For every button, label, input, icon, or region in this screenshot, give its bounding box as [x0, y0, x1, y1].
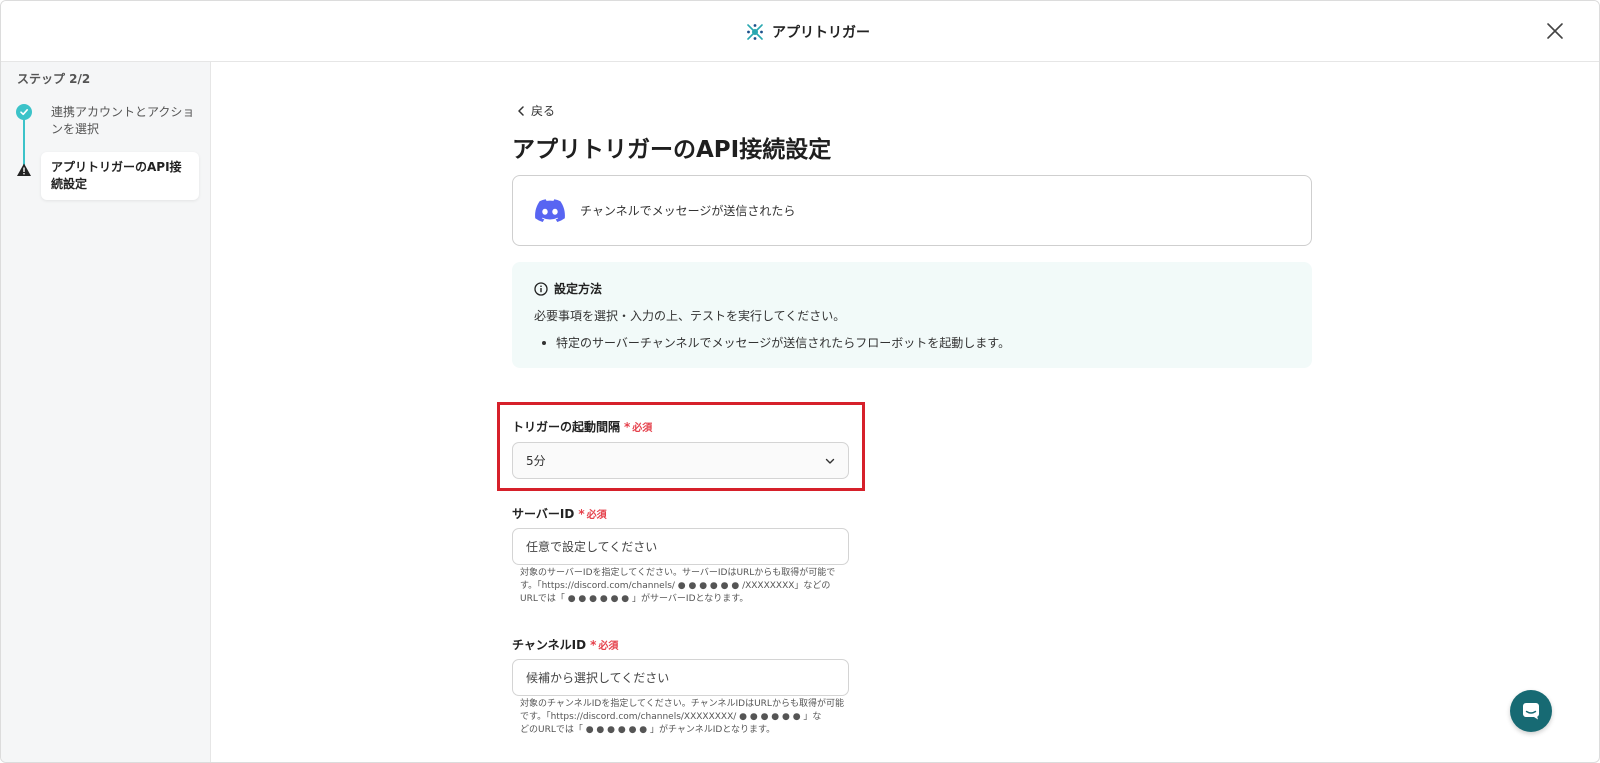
header-title-text: アプリトリガー: [772, 25, 870, 41]
help-line: 対象のチャンネルIDを指定してください。チャンネルIDはURLからも取得が可能: [520, 699, 844, 709]
help-line: どのURLでは「 ● ● ● ● ● ● 」がチャンネルIDとなります。: [520, 725, 776, 735]
server-id-label: サーバーID * 必須: [512, 505, 607, 522]
modal-window: アプリトリガー ステップ 2/2 連携アカウントとアクションを選択 アプリトリガ…: [0, 0, 1600, 763]
modal-header: アプリトリガー: [1, 1, 1599, 62]
server-id-input[interactable]: [512, 528, 849, 565]
info-icon: [534, 281, 548, 296]
close-icon: [1547, 23, 1563, 39]
discord-icon: [535, 198, 565, 222]
chevron-left-icon: [518, 105, 524, 116]
info-bullet-item: 特定のサーバーチャンネルでメッセージが送信されたらフローボットを起動します。: [534, 334, 1290, 351]
trigger-card: チャンネルでメッセージが送信されたら: [512, 175, 1312, 246]
info-heading: 設定方法: [534, 280, 1290, 297]
step-complete-icon: [16, 104, 32, 120]
channel-id-label: チャンネルID * 必須: [512, 636, 618, 653]
interval-select[interactable]: 5分: [512, 442, 849, 479]
sidebar-step-1[interactable]: 連携アカウントとアクションを選択: [51, 104, 201, 138]
help-line: です。「https://discord.com/channels/XXXXXXX…: [520, 712, 822, 722]
header-title: アプリトリガー: [745, 19, 870, 45]
required-badge: * 必須: [624, 420, 653, 434]
chevron-down-icon: [825, 458, 835, 464]
interval-value: 5分: [526, 454, 546, 468]
close-button[interactable]: [1541, 17, 1569, 45]
warning-icon: [17, 163, 31, 176]
help-line: 対象のサーバーIDを指定してください。サーバーIDはURLからも取得が可能で: [520, 568, 836, 578]
info-description: 必要事項を選択・入力の上、テストを実行してください。: [534, 309, 846, 323]
page-title: アプリトリガーのAPI接続設定: [512, 137, 832, 163]
back-label: 戻る: [531, 104, 556, 118]
channel-id-input[interactable]: [512, 659, 849, 696]
step-counter: ステップ 2/2: [17, 72, 91, 86]
app-trigger-logo-icon: [747, 24, 763, 40]
trigger-label: チャンネルでメッセージが送信されたら: [580, 204, 796, 218]
chat-icon: [1523, 703, 1539, 720]
bullet-icon: [542, 340, 546, 345]
info-box: 設定方法 必要事項を選択・入力の上、テストを実行してください。 特定のサーバーチ…: [512, 262, 1312, 368]
interval-label: トリガーの起動間隔 * 必須: [512, 418, 652, 435]
server-id-help: 対象のサーバーIDを指定してください。サーバーIDはURLからも取得が可能で す…: [520, 567, 850, 606]
main-content: 戻る アプリトリガーのAPI接続設定 チャンネルでメッセージが送信されたら 設定…: [212, 62, 1599, 762]
channel-id-help: 対象のチャンネルIDを指定してください。チャンネルIDはURLからも取得が可能 …: [520, 698, 850, 737]
info-bullet-text: 特定のサーバーチャンネルでメッセージが送信されたらフローボットを起動します。: [556, 336, 1011, 350]
channel-id-label-text: チャンネルID: [512, 638, 587, 652]
help-line: URLでは「 ● ● ● ● ● ● 」がサーバーIDとなります。: [520, 594, 749, 604]
back-link[interactable]: 戻る: [517, 102, 555, 119]
server-id-label-text: サーバーID: [512, 507, 575, 521]
sidebar-step-2[interactable]: アプリトリガーのAPI接続設定: [41, 152, 199, 200]
required-badge: * 必須: [578, 507, 607, 521]
required-badge: * 必須: [590, 638, 619, 652]
info-heading-text: 設定方法: [554, 282, 603, 296]
chat-support-button[interactable]: [1510, 690, 1552, 732]
interval-label-text: トリガーの起動間隔: [512, 420, 621, 434]
help-line: す。「https://discord.com/channels/ ● ● ● ●…: [520, 581, 831, 591]
step-sidebar: ステップ 2/2 連携アカウントとアクションを選択 アプリトリガーのAPI接続設…: [1, 62, 211, 762]
